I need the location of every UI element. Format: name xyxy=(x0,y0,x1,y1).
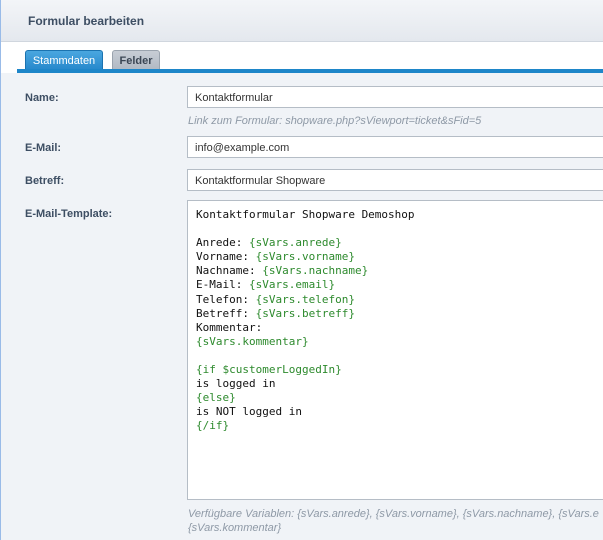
template-line: {else} xyxy=(196,391,603,405)
template-variable: {/if} xyxy=(196,419,230,433)
template-line: Betreff: {sVars.betreff} xyxy=(196,307,603,321)
available-variables-hint-line1: Verfügbare Variablen: {sVars.anrede}, {s… xyxy=(188,508,599,520)
template-text: Kontaktformular Shopware Demoshop xyxy=(196,208,415,221)
form-link-hint: Link zum Formular: shopware.php?sViewpor… xyxy=(188,115,482,127)
window-title: Formular bearbeiten xyxy=(28,14,145,28)
template-text: is logged in xyxy=(196,377,276,391)
template-text: Telefon: xyxy=(196,292,256,306)
template-line: Kontaktformular Shopware Demoshop xyxy=(196,208,603,222)
template-variable: {sVars.vorname} xyxy=(255,250,355,264)
email-label: E-Mail: xyxy=(25,142,62,154)
template-text: is NOT logged in xyxy=(196,405,302,419)
email-template-label: E-Mail-Template: xyxy=(25,208,113,220)
template-line: Nachname: {sVars.nachname} xyxy=(196,264,603,278)
template-text: Kommentar: xyxy=(196,320,263,334)
template-line xyxy=(196,222,603,236)
template-variable: {if $customerLoggedIn} xyxy=(196,363,342,377)
template-line: is logged in xyxy=(196,377,603,391)
subject-field[interactable]: Kontaktformular Shopware xyxy=(187,169,603,191)
template-variable: {sVars.kommentar} xyxy=(196,334,309,348)
template-line: Anrede: {sVars.anrede} xyxy=(196,236,603,250)
template-variable: {sVars.email} xyxy=(248,278,336,292)
name-field[interactable]: Kontaktformular xyxy=(187,86,603,108)
template-text: Anrede: xyxy=(196,236,249,250)
template-variable: {sVars.betreff} xyxy=(255,306,355,320)
template-line: {sVars.kommentar} xyxy=(196,335,603,349)
template-text: Betreff: xyxy=(196,306,256,320)
available-variables-hint: Verfügbare Variablen: {sVars.anrede}, {s… xyxy=(188,507,603,535)
template-variable: {else} xyxy=(196,391,236,405)
template-text: Nachname: xyxy=(196,264,263,278)
template-text: Vorname: xyxy=(196,250,256,264)
template-variable: {sVars.telefon} xyxy=(255,292,355,306)
template-line: is NOT logged in xyxy=(196,405,603,419)
template-text: E-Mail: xyxy=(196,278,249,292)
available-variables-hint-line2: {sVars.kommentar} xyxy=(188,522,282,534)
subject-label: Betreff: xyxy=(25,175,65,187)
email-template-textarea[interactable]: Kontaktformular Shopware Demoshop Anrede:… xyxy=(187,200,603,500)
template-variable: {sVars.nachname} xyxy=(262,264,369,278)
template-line xyxy=(196,349,603,363)
template-line: {if $customerLoggedIn} xyxy=(196,363,603,377)
email-field[interactable]: info@example.com xyxy=(187,136,603,158)
template-variable: {sVars.anrede} xyxy=(248,236,342,250)
template-line: Vorname: {sVars.vorname} xyxy=(196,250,603,264)
template-line: {/if} xyxy=(196,419,603,433)
template-line: Telefon: {sVars.telefon} xyxy=(196,293,603,307)
window-titlebar[interactable]: Formular bearbeiten xyxy=(1,0,603,42)
template-line: Kommentar: xyxy=(196,321,603,335)
template-line: E-Mail: {sVars.email} xyxy=(196,278,603,292)
name-label: Name: xyxy=(25,92,59,104)
form-edit-window: Formular bearbeiten Stammdaten Felder Na… xyxy=(0,0,603,540)
